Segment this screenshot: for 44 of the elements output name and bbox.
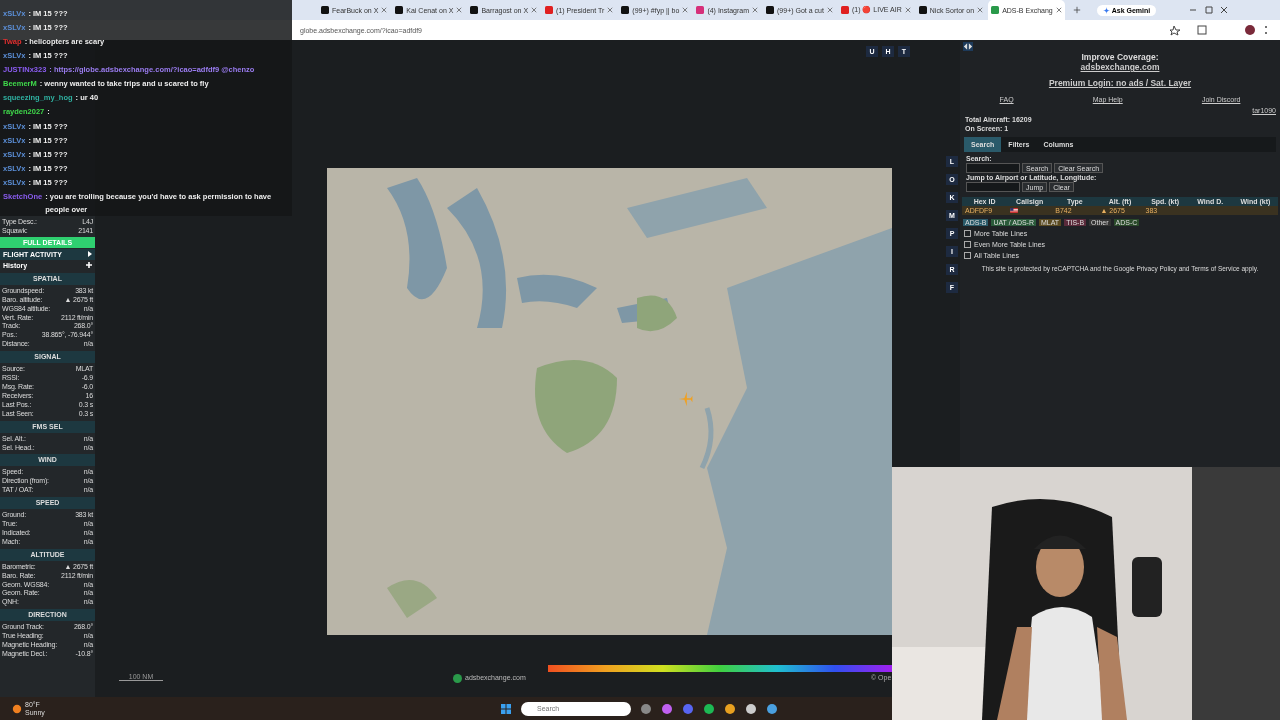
app-icon[interactable]	[766, 702, 778, 715]
weather-icon[interactable]	[12, 703, 22, 714]
start-icon[interactable]	[500, 702, 512, 715]
toolbar-icons[interactable]	[1170, 24, 1270, 36]
site-icon	[470, 6, 479, 14]
checkbox[interactable]	[964, 230, 971, 237]
close-icon[interactable]	[381, 7, 388, 13]
coverage-text: Improve Coverage:	[1080, 52, 1160, 62]
site-icon	[321, 6, 329, 14]
site-icon	[991, 6, 1000, 14]
jump-field[interactable]	[966, 182, 1020, 192]
close-icon[interactable]	[682, 7, 689, 13]
app-icon[interactable]	[703, 702, 715, 715]
app-icon[interactable]	[640, 702, 652, 715]
close-icon[interactable]	[531, 7, 538, 13]
flag-icon	[1010, 208, 1019, 213]
checkbox[interactable]	[964, 252, 971, 259]
app-icon[interactable]	[724, 702, 736, 715]
app-icon[interactable]	[745, 702, 757, 715]
close-icon[interactable]	[904, 7, 911, 13]
expand-icon	[88, 251, 92, 258]
close-icon[interactable]	[607, 7, 614, 13]
close-icon[interactable]	[826, 7, 833, 13]
close-icon[interactable]	[456, 7, 463, 13]
site-icon	[696, 6, 705, 14]
search-field[interactable]	[966, 163, 1020, 173]
site-icon	[918, 6, 927, 14]
logo-icon	[453, 674, 462, 683]
plus-icon	[86, 262, 92, 269]
panel-toggle-icon[interactable]	[963, 41, 973, 51]
site-icon	[395, 6, 404, 14]
site-icon	[840, 6, 849, 14]
site-icon	[545, 6, 554, 14]
site-icon	[766, 6, 774, 14]
close-icon[interactable]	[752, 7, 758, 13]
site-icon	[621, 6, 630, 14]
sparkle-icon	[1102, 6, 1110, 14]
close-icon[interactable]	[977, 7, 984, 13]
close-icon[interactable]	[1055, 7, 1062, 13]
checkbox[interactable]	[964, 241, 971, 248]
coverage-link[interactable]: adsbexchange.com	[1080, 62, 1160, 72]
new-tab-icon[interactable]	[1072, 6, 1081, 14]
app-icon[interactable]	[661, 702, 673, 715]
premium-login-link[interactable]: Premium Login: no ads / Sat. Layer	[1048, 78, 1192, 88]
